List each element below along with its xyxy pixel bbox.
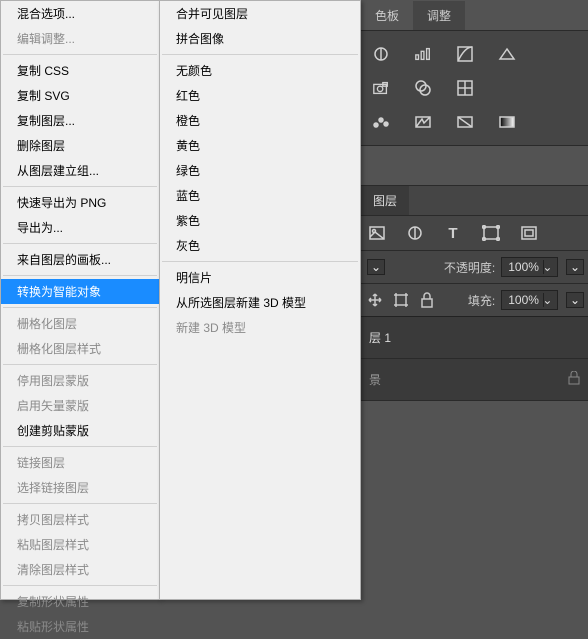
menu-blending-options[interactable]: 混合选项... [1,1,159,26]
menu-delete-layer[interactable]: 删除图层 [1,133,159,158]
menu-separator [3,186,157,187]
menu-rasterize-style: 栅格化图层样式 [1,336,159,361]
filter-smart-icon[interactable] [519,224,539,242]
menu-convert-smart-object[interactable]: 转换为智能对象 [1,279,159,304]
menu-edit-adjustment: 编辑调整... [1,26,159,51]
top-panel-tabs: 色板 调整 [361,0,588,30]
posterize-icon[interactable] [371,113,391,131]
panel-gap [361,145,588,185]
menu-copy-svg[interactable]: 复制 SVG [1,83,159,108]
menu-red[interactable]: 红色 [160,83,360,108]
menu-blue[interactable]: 蓝色 [160,183,360,208]
menu-separator [162,54,358,55]
app-panels: 色板 调整 图层 T ⌄ 不透明度: [361,0,588,600]
layers-panel-tabs: 图层 [361,185,588,215]
menu-quick-export-png[interactable]: 快速导出为 PNG [1,190,159,215]
menu-yellow[interactable]: 黄色 [160,133,360,158]
menu-separator [162,261,358,262]
adjustment-presets [365,37,584,71]
menu-gray[interactable]: 灰色 [160,233,360,258]
curves-icon[interactable] [455,45,475,63]
adjustment-presets-row2 [365,71,584,105]
menu-separator [3,503,157,504]
lock-row: 填充: 100%⌄ ⌄ [361,283,588,316]
layers-list: 层 1 景 [361,316,588,401]
lock-artboard-icon[interactable] [391,291,411,309]
menu-postcard[interactable]: 明信片 [160,265,360,290]
menu-purple[interactable]: 紫色 [160,208,360,233]
menu-new-3d-model: 新建 3D 模型 [160,315,360,340]
menu-disable-layer-mask: 停用图层蒙版 [1,368,159,393]
menu-copy-layer-style: 拷贝图层样式 [1,507,159,532]
opacity-label: 不透明度: [444,259,495,276]
menu-copy-shape-attrs: 复制形状属性 [1,589,159,614]
menu-separator [3,275,157,276]
selective-color-icon[interactable] [455,113,475,131]
menu-merge-visible[interactable]: 合并可见图层 [160,1,360,26]
brightness-contrast-icon[interactable] [371,45,391,63]
lock-icon [568,371,580,388]
layers-filter-bar: T [361,215,588,250]
channel-mixer-icon[interactable] [413,79,433,97]
menu-flatten-image[interactable]: 拼合图像 [160,26,360,51]
menu-select-linked: 选择链接图层 [1,475,159,500]
layer-name: 景 [369,371,381,388]
menu-no-color[interactable]: 无颜色 [160,58,360,83]
filter-type-icon[interactable]: T [443,224,463,242]
lock-all-icon[interactable] [417,291,437,309]
menu-duplicate-layer[interactable]: 复制图层... [1,108,159,133]
lock-move-icon[interactable] [365,291,385,309]
menu-separator [3,54,157,55]
opacity-row: ⌄ 不透明度: 100%⌄ ⌄ [361,250,588,283]
menu-copy-css[interactable]: 复制 CSS [1,58,159,83]
menu-export-as[interactable]: 导出为... [1,215,159,240]
exposure-icon[interactable] [497,45,517,63]
tab-layers[interactable]: 图层 [361,186,409,215]
layer-name: 层 1 [369,329,391,346]
layer-row-background[interactable]: 景 [361,359,588,401]
menu-separator [3,585,157,586]
opacity-input[interactable]: 100%⌄ [501,257,558,277]
photo-filter-icon[interactable] [371,79,391,97]
menu-separator [3,446,157,447]
menu-rasterize-layer: 栅格化图层 [1,311,159,336]
menu-link-layers: 链接图层 [1,450,159,475]
menu-create-clipping-mask[interactable]: 创建剪贴蒙版 [1,418,159,443]
menu-enable-vector-mask: 启用矢量蒙版 [1,393,159,418]
filter-shape-icon[interactable] [481,224,501,242]
blend-mode-dropdown[interactable]: ⌄ [367,259,385,275]
fill-label: 填充: [468,292,495,309]
menu-separator [3,243,157,244]
filter-pixel-icon[interactable] [367,224,387,242]
filter-adjustment-icon[interactable] [405,224,425,242]
menu-separator [3,307,157,308]
context-menu-left[interactable]: 混合选项... 编辑调整... 复制 CSS 复制 SVG 复制图层... 删除… [0,0,160,600]
gradient-map-icon[interactable] [497,113,517,131]
menu-green[interactable]: 绿色 [160,158,360,183]
layer-row[interactable]: 层 1 [361,317,588,359]
menu-paste-layer-style: 粘贴图层样式 [1,532,159,557]
context-menu-right[interactable]: 合并可见图层 拼合图像 无颜色 红色 橙色 黄色 绿色 蓝色 紫色 灰色 明信片… [159,0,361,600]
menu-orange[interactable]: 橙色 [160,108,360,133]
fill-input[interactable]: 100%⌄ [501,290,558,310]
menu-group-from-layers[interactable]: 从图层建立组... [1,158,159,183]
menu-artboard-from-layers[interactable]: 来自图层的画板... [1,247,159,272]
menu-new-3d-from-selection[interactable]: 从所选图层新建 3D 模型 [160,290,360,315]
tab-adjustments[interactable]: 调整 [413,1,465,30]
adjustment-presets-row3 [365,105,584,139]
menu-separator [3,364,157,365]
threshold-icon[interactable] [413,113,433,131]
menu-paste-shape-attrs: 粘贴形状属性 [1,614,159,639]
levels-icon[interactable] [413,45,433,63]
tab-swatches[interactable]: 色板 [361,1,413,30]
menu-clear-layer-style: 清除图层样式 [1,557,159,582]
adjustments-panel [361,30,588,145]
opacity-slider-toggle[interactable]: ⌄ [566,259,584,275]
grid-icon[interactable] [455,79,475,97]
fill-slider-toggle[interactable]: ⌄ [566,292,584,308]
